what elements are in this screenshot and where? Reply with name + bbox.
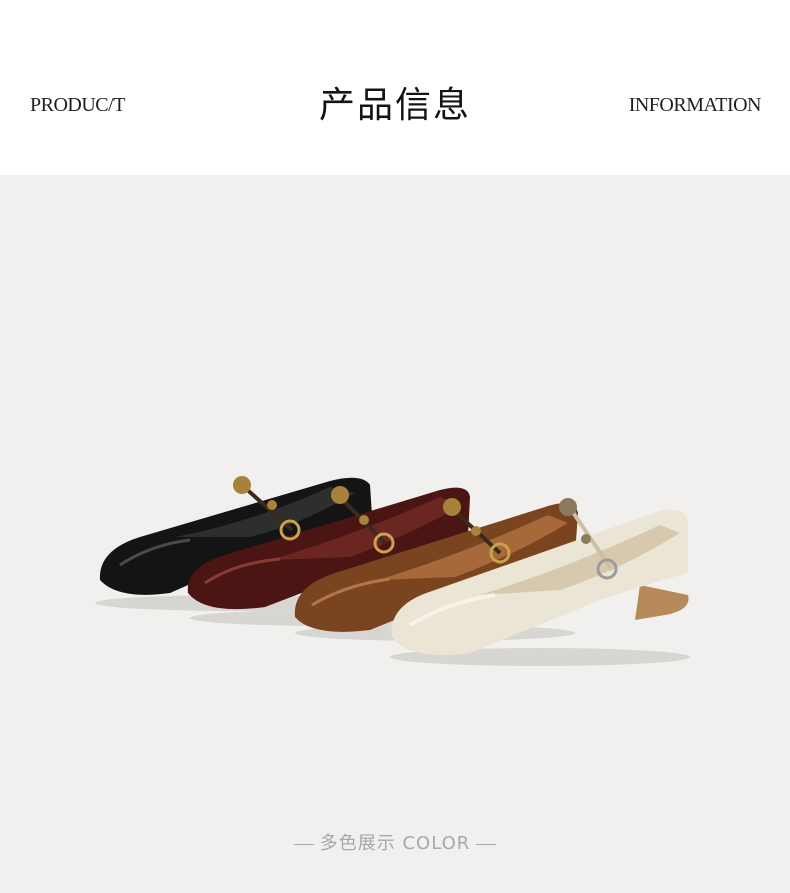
header: PRODUC/T 产品信息 INFORMATION	[0, 0, 790, 175]
color-caption: 多色展示 COLOR	[0, 829, 790, 855]
caption-right-dash	[476, 843, 497, 845]
shoes-illustration	[95, 476, 690, 666]
caption-left-dash	[293, 843, 314, 845]
caption-text: 多色展示 COLOR	[319, 833, 471, 854]
product-photo	[0, 175, 790, 893]
header-right-label: INFORMATION	[628, 94, 762, 116]
